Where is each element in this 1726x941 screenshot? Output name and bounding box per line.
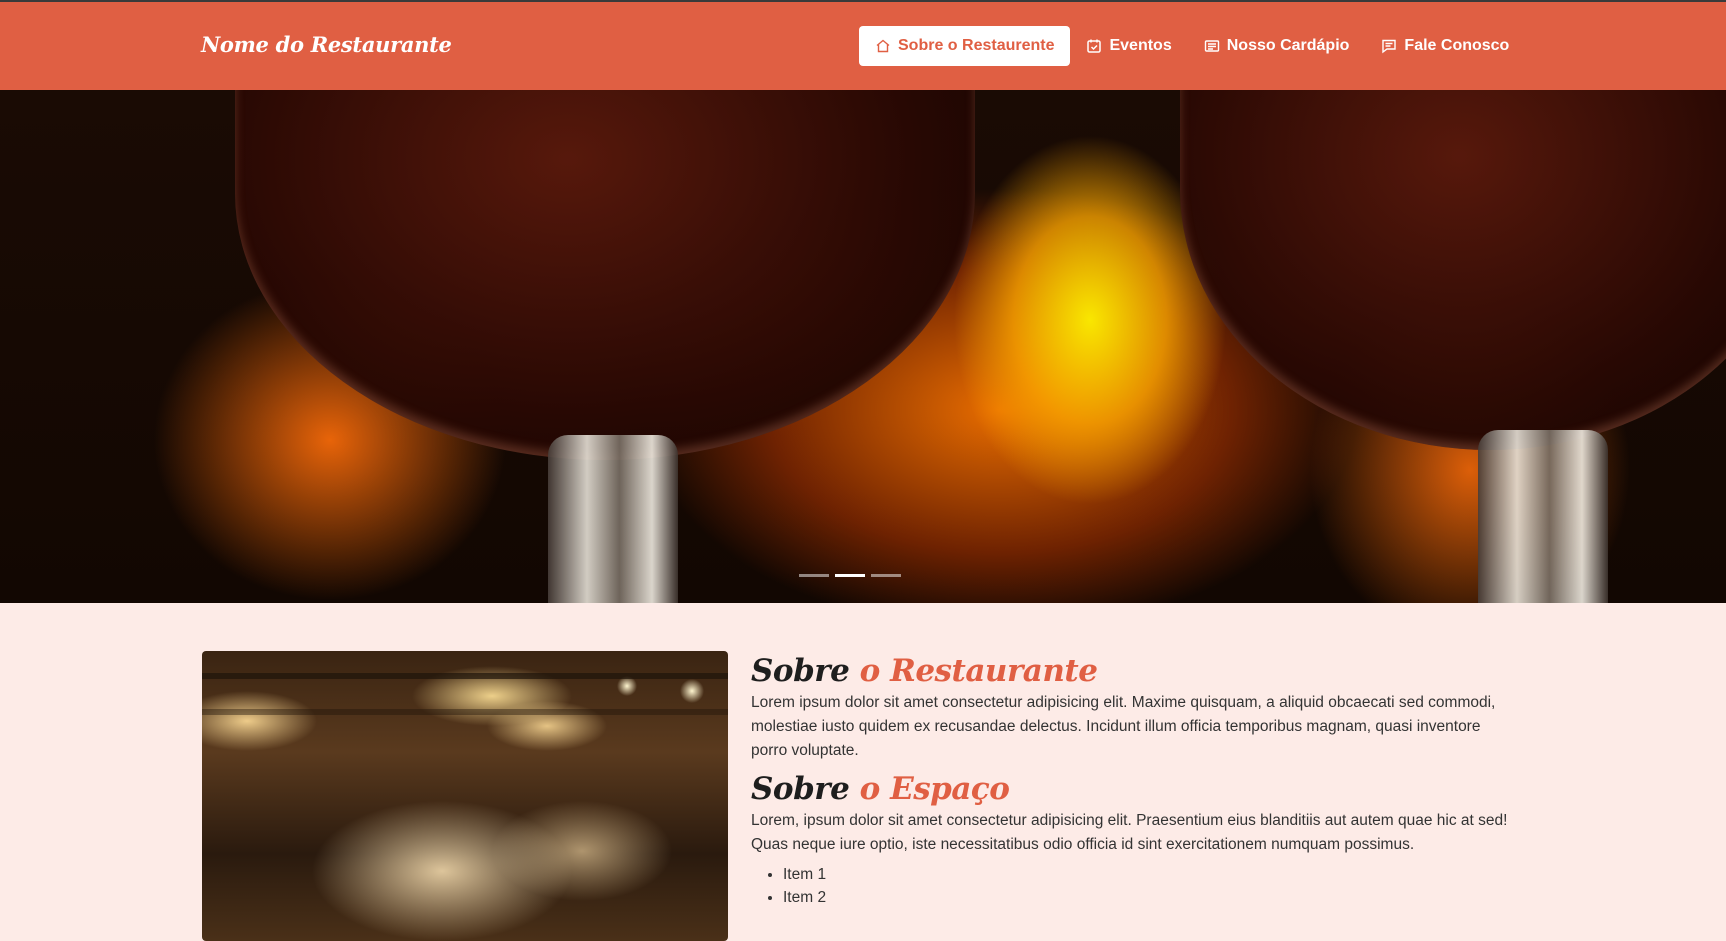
nav-item-label: Fale Conosco [1404, 37, 1510, 54]
restaurant-interior-photo [202, 651, 728, 941]
about-title-accent: o Restaurante [859, 653, 1098, 689]
list-item: Item 2 [783, 886, 1511, 909]
space-title-accent: o Espaço [859, 771, 1010, 807]
brand-logo[interactable]: Nome do Restaurante [201, 32, 452, 57]
nav-item-label: Nosso Cardápio [1226, 37, 1350, 54]
hero-carousel[interactable] [0, 90, 1726, 603]
wine-glass-left [235, 90, 975, 460]
nav-item-cardapio[interactable]: Nosso Cardápio [1188, 26, 1366, 66]
nav-item-eventos[interactable]: Eventos [1070, 26, 1187, 66]
space-title-main: Sobre [751, 771, 850, 807]
nav-item-label: Eventos [1109, 37, 1172, 54]
space-text: Lorem, ipsum dolor sit amet consectetur … [751, 812, 1508, 853]
glass-stem-right [1478, 430, 1608, 603]
wine-glass-right [1180, 90, 1726, 450]
photo-beam [202, 673, 728, 679]
glass-stem-left [548, 435, 678, 603]
main-nav: Sobre o Restaurente Eventos Nosso Cardáp… [859, 26, 1525, 66]
list-item: Item 1 [783, 863, 1511, 886]
nav-item-label: Sobre o Restaurente [898, 37, 1055, 54]
calendar-icon [1087, 39, 1102, 53]
photo-beam [202, 709, 728, 715]
menu-card-icon [1204, 40, 1219, 52]
about-content: Sobre o Restaurante Lorem ipsum dolor si… [751, 651, 1511, 909]
space-items-list: Item 1 Item 2 [783, 863, 1511, 909]
nav-item-contato[interactable]: Fale Conosco [1365, 26, 1525, 66]
carousel-indicator[interactable] [799, 574, 829, 577]
home-icon [876, 39, 890, 53]
about-title-main: Sobre [751, 653, 850, 689]
carousel-indicator[interactable] [871, 574, 901, 577]
carousel-indicators [799, 574, 901, 577]
about-text: Lorem ipsum dolor sit amet consectetur a… [751, 694, 1496, 759]
nav-item-sobre[interactable]: Sobre o Restaurente [859, 26, 1071, 66]
carousel-indicator-active[interactable] [835, 574, 865, 577]
navbar: Nome do Restaurante Sobre o Restaurente … [0, 2, 1726, 90]
about-title: Sobre o Restaurante [751, 651, 1511, 691]
chat-icon [1382, 39, 1397, 54]
space-title: Sobre o Espaço [751, 769, 1511, 809]
